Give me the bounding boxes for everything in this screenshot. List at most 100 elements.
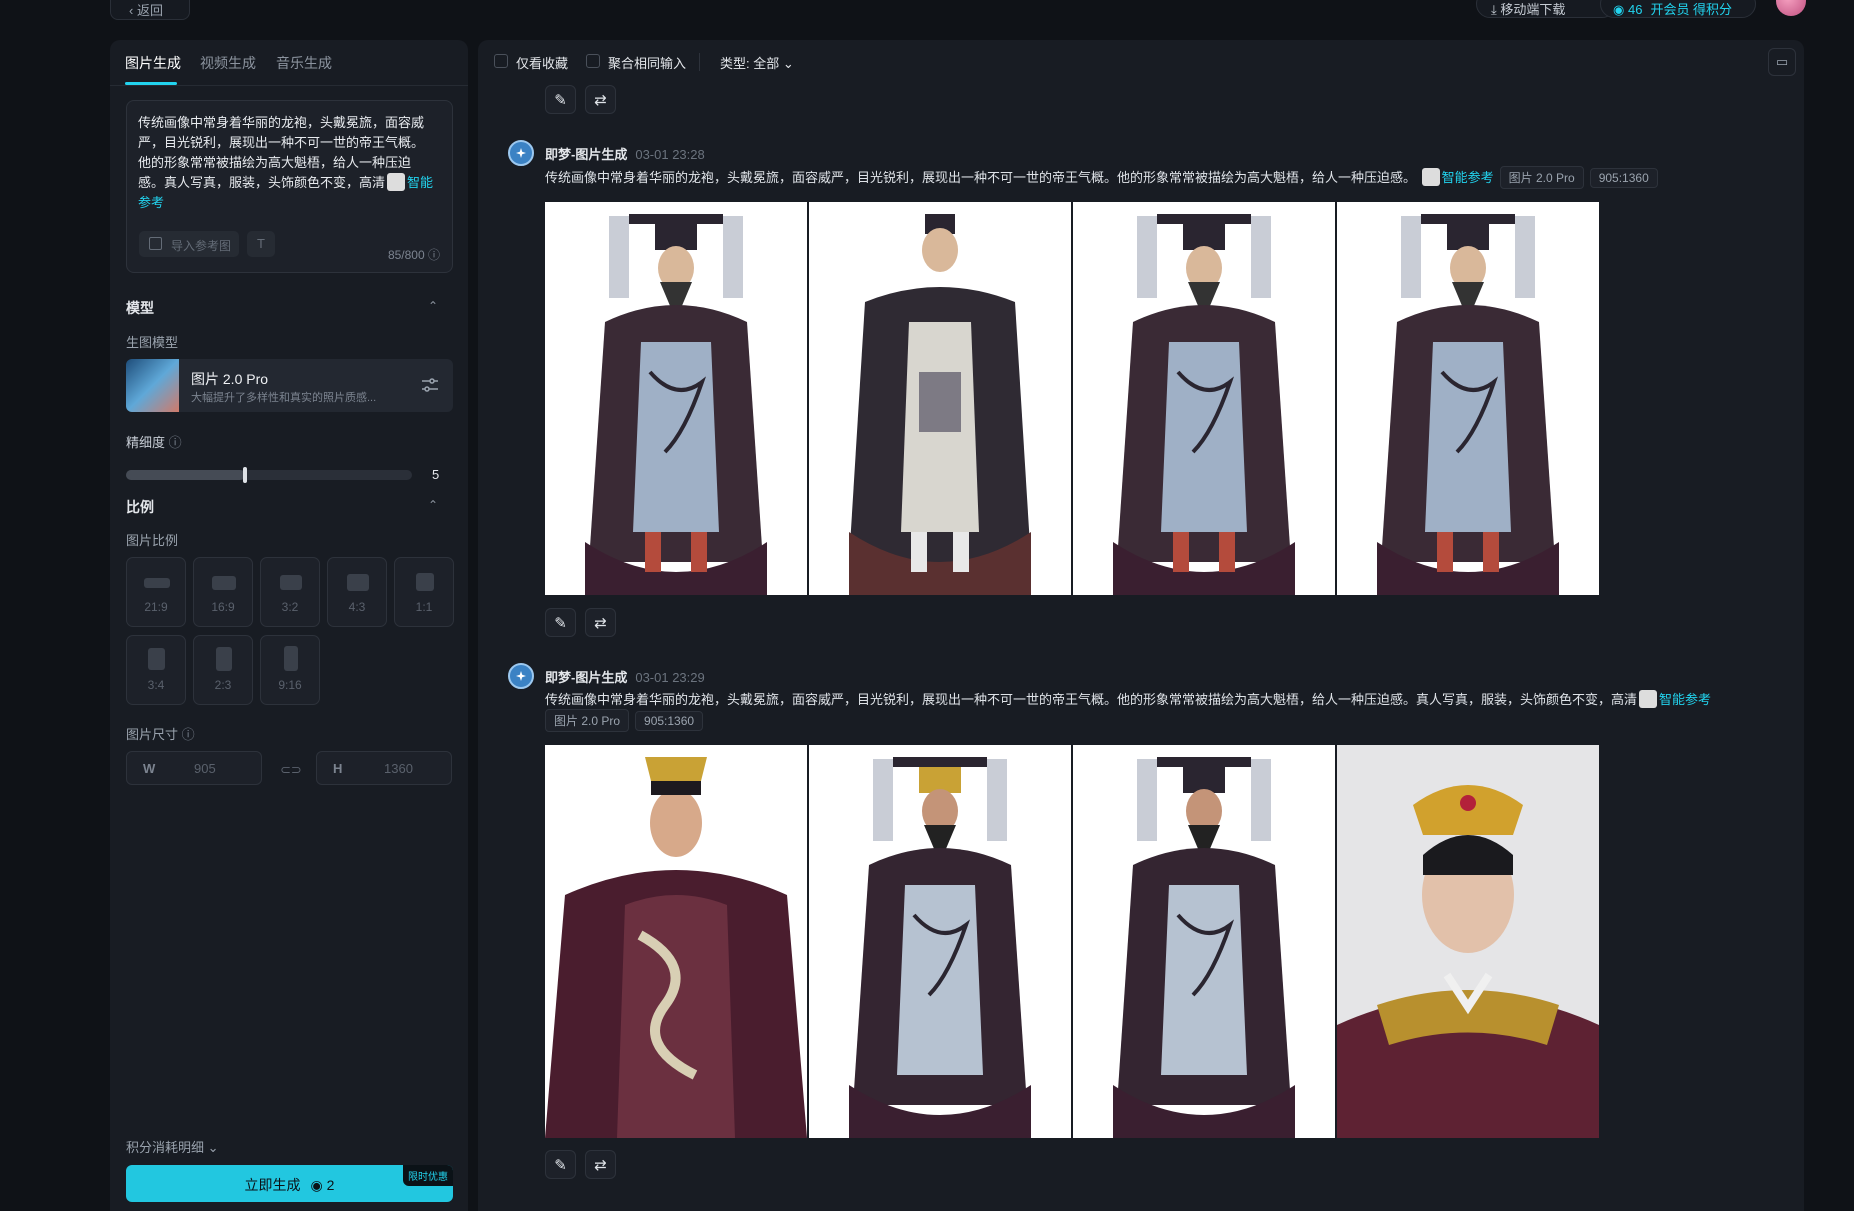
generation-title-text: 即梦-图片生成 bbox=[545, 147, 628, 162]
generated-image[interactable] bbox=[1073, 745, 1335, 1138]
back-button[interactable]: ‹ 返回 bbox=[110, 0, 190, 20]
mobile-download-button[interactable]: ⤓ 移动端下载 bbox=[1476, 0, 1616, 18]
smart-reference-label[interactable]: 智能参考 bbox=[1659, 692, 1711, 707]
tab-music-generation[interactable]: 音乐生成 bbox=[276, 53, 332, 73]
height-field[interactable]: H 1360 bbox=[316, 751, 452, 785]
sliders-icon[interactable] bbox=[421, 377, 439, 393]
coin-icon: ◉ bbox=[310, 1177, 327, 1193]
generate-cost: ◉ 2 bbox=[311, 1177, 335, 1194]
folder-icon[interactable]: ▭ bbox=[1768, 48, 1796, 76]
generated-image[interactable] bbox=[809, 202, 1071, 595]
active-tab-underline bbox=[125, 82, 177, 85]
ratio-4-3[interactable]: 4:3 bbox=[327, 557, 387, 627]
width-value: 905 bbox=[194, 761, 216, 776]
ratio-label: 1:1 bbox=[415, 600, 433, 614]
model-description: 大幅提升了多样性和真实的照片质感... bbox=[191, 392, 377, 404]
ratio-label: 21:9 bbox=[144, 600, 168, 614]
tab-video-generation[interactable]: 视频生成 bbox=[200, 53, 256, 73]
avatar[interactable] bbox=[1776, 0, 1806, 16]
size-tag: 905:1360 bbox=[635, 711, 704, 731]
ratio-shape bbox=[216, 647, 232, 671]
ratio-label: 3:4 bbox=[147, 678, 165, 692]
smart-reference-label[interactable]: 智能参考 bbox=[1442, 170, 1494, 185]
generated-image[interactable] bbox=[545, 202, 807, 595]
generation-tags: 图片 2.0 Pro 905:1360 bbox=[539, 709, 704, 732]
repeat-icon: ⇄ bbox=[594, 615, 607, 632]
size-label: 图片尺寸 ⓘ bbox=[126, 724, 195, 743]
generated-image[interactable] bbox=[1073, 202, 1335, 595]
model-sub-label: 生图模型 bbox=[126, 335, 179, 350]
model-selector[interactable]: 图片 2.0 Pro 大幅提升了多样性和真实的照片质感... bbox=[126, 359, 453, 412]
generation-prompt[interactable]: 传统画像中常身着华丽的龙袍，头戴冕旒，面容威严，目光锐利，展现出一种不可一世的帝… bbox=[545, 689, 1711, 708]
ratio-3-4[interactable]: 3:4 bbox=[126, 635, 186, 705]
ratio-3-2[interactable]: 3:2 bbox=[260, 557, 320, 627]
generate-button[interactable]: 立即生成 ◉ 2 限时优惠 bbox=[126, 1165, 453, 1202]
download-icon: ⤓ bbox=[1491, 2, 1501, 17]
slider-handle[interactable] bbox=[243, 467, 247, 483]
generated-image[interactable] bbox=[809, 745, 1071, 1138]
import-reference-button[interactable]: 导入参考图 bbox=[139, 231, 239, 257]
reference-thumbnail bbox=[1421, 168, 1440, 186]
favorites-checkbox[interactable] bbox=[494, 54, 508, 68]
ratio-shape bbox=[144, 578, 170, 588]
generated-image[interactable] bbox=[1337, 202, 1599, 595]
chevron-up-icon[interactable]: ⌃ bbox=[428, 299, 442, 313]
ratio-shape bbox=[284, 646, 298, 671]
generated-image[interactable] bbox=[1337, 745, 1599, 1138]
points-button[interactable]: ◉ 46 开会员 得积分 bbox=[1600, 0, 1756, 18]
ratio-16-9[interactable]: 16:9 bbox=[193, 557, 253, 627]
regenerate-button[interactable]: ⇄ bbox=[585, 608, 616, 637]
ratio-9-16[interactable]: 9:16 bbox=[260, 635, 320, 705]
size-tag: 905:1360 bbox=[1589, 168, 1658, 188]
info-icon[interactable]: ⓘ bbox=[182, 727, 195, 742]
bot-avatar-icon bbox=[508, 663, 534, 689]
text-style-button[interactable]: T bbox=[247, 231, 275, 257]
ratio-21-9[interactable]: 21:9 bbox=[126, 557, 186, 627]
coin-icon: ◉ bbox=[1613, 2, 1628, 17]
chevron-down-icon: ⌄ bbox=[782, 56, 794, 71]
back-label: 返回 bbox=[136, 3, 163, 18]
edit-button[interactable]: ✎ bbox=[545, 85, 576, 114]
char-count-value: 85/800 bbox=[387, 248, 425, 262]
reference-thumbnail bbox=[1639, 690, 1658, 708]
favorites-label[interactable]: 仅看收藏 bbox=[516, 53, 568, 72]
chevron-up-icon[interactable]: ⌃ bbox=[428, 498, 442, 512]
ratio-1-1[interactable]: 1:1 bbox=[394, 557, 454, 627]
ratio-shape bbox=[347, 574, 369, 591]
width-field[interactable]: W 905 bbox=[126, 751, 262, 785]
generation-title: 即梦-图片生成 03-01 23:28 bbox=[545, 144, 705, 163]
ratio-label: 4:3 bbox=[348, 600, 366, 614]
regenerate-button[interactable]: ⇄ bbox=[585, 85, 616, 114]
info-icon[interactable]: ⓘ bbox=[169, 435, 182, 450]
ratio-label: 9:16 bbox=[278, 678, 302, 692]
results-panel: 仅看收藏 聚合相同输入 类型: 全部 ⌄ ▭ ✎ ⇄ 即梦-图片生成 03-01 … bbox=[478, 40, 1804, 1211]
emperor-figure-illustration bbox=[849, 757, 1031, 1138]
generated-image[interactable] bbox=[545, 745, 807, 1138]
info-icon[interactable]: ⓘ bbox=[428, 248, 440, 262]
pencil-icon: ✎ bbox=[554, 1157, 567, 1174]
edit-button[interactable]: ✎ bbox=[545, 1150, 576, 1179]
generation-prompt[interactable]: 传统画像中常身着华丽的龙袍，头戴冕旒，面容威严，目光锐利，展现出一种不可一世的帝… bbox=[545, 166, 1658, 189]
detail-slider[interactable] bbox=[126, 467, 412, 483]
prompt-text[interactable]: 传统画像中常身着华丽的龙袍，头戴冕旒，面容威严，目光锐利，展现出一种不可一世的帝… bbox=[138, 113, 434, 213]
generation-title-text: 即梦-图片生成 bbox=[545, 670, 628, 685]
type-filter-label: 类型: 全部 bbox=[720, 56, 780, 71]
tab-image-generation[interactable]: 图片生成 bbox=[125, 53, 181, 73]
type-filter-dropdown[interactable]: 类型: 全部 ⌄ bbox=[720, 53, 794, 72]
prompt-input[interactable]: 传统画像中常身着华丽的龙袍，头戴冕旒，面容威严，目光锐利，展现出一种不可一世的帝… bbox=[126, 100, 453, 273]
ratio-2-3[interactable]: 2:3 bbox=[193, 635, 253, 705]
regenerate-button[interactable]: ⇄ bbox=[585, 1150, 616, 1179]
merge-checkbox[interactable] bbox=[586, 54, 600, 68]
cost-details-toggle[interactable]: 积分消耗明细 ⌄ bbox=[126, 1137, 219, 1156]
ratio-shape bbox=[148, 648, 165, 670]
ratio-shape bbox=[416, 573, 434, 591]
chevron-down-icon: ⌄ bbox=[207, 1140, 219, 1155]
link-icon[interactable]: ⊂⊃ bbox=[280, 762, 302, 778]
top-bar: ‹ 返回 ⤓ 移动端下载 ◉ 46 开会员 得积分 bbox=[0, 0, 1854, 22]
repeat-icon: ⇄ bbox=[594, 1157, 607, 1174]
detail-label: 精细度 ⓘ bbox=[126, 432, 182, 451]
edit-button[interactable]: ✎ bbox=[545, 608, 576, 637]
width-label: W bbox=[143, 761, 156, 776]
merge-label[interactable]: 聚合相同输入 bbox=[608, 53, 686, 72]
download-label: 移动端下载 bbox=[1500, 2, 1566, 17]
